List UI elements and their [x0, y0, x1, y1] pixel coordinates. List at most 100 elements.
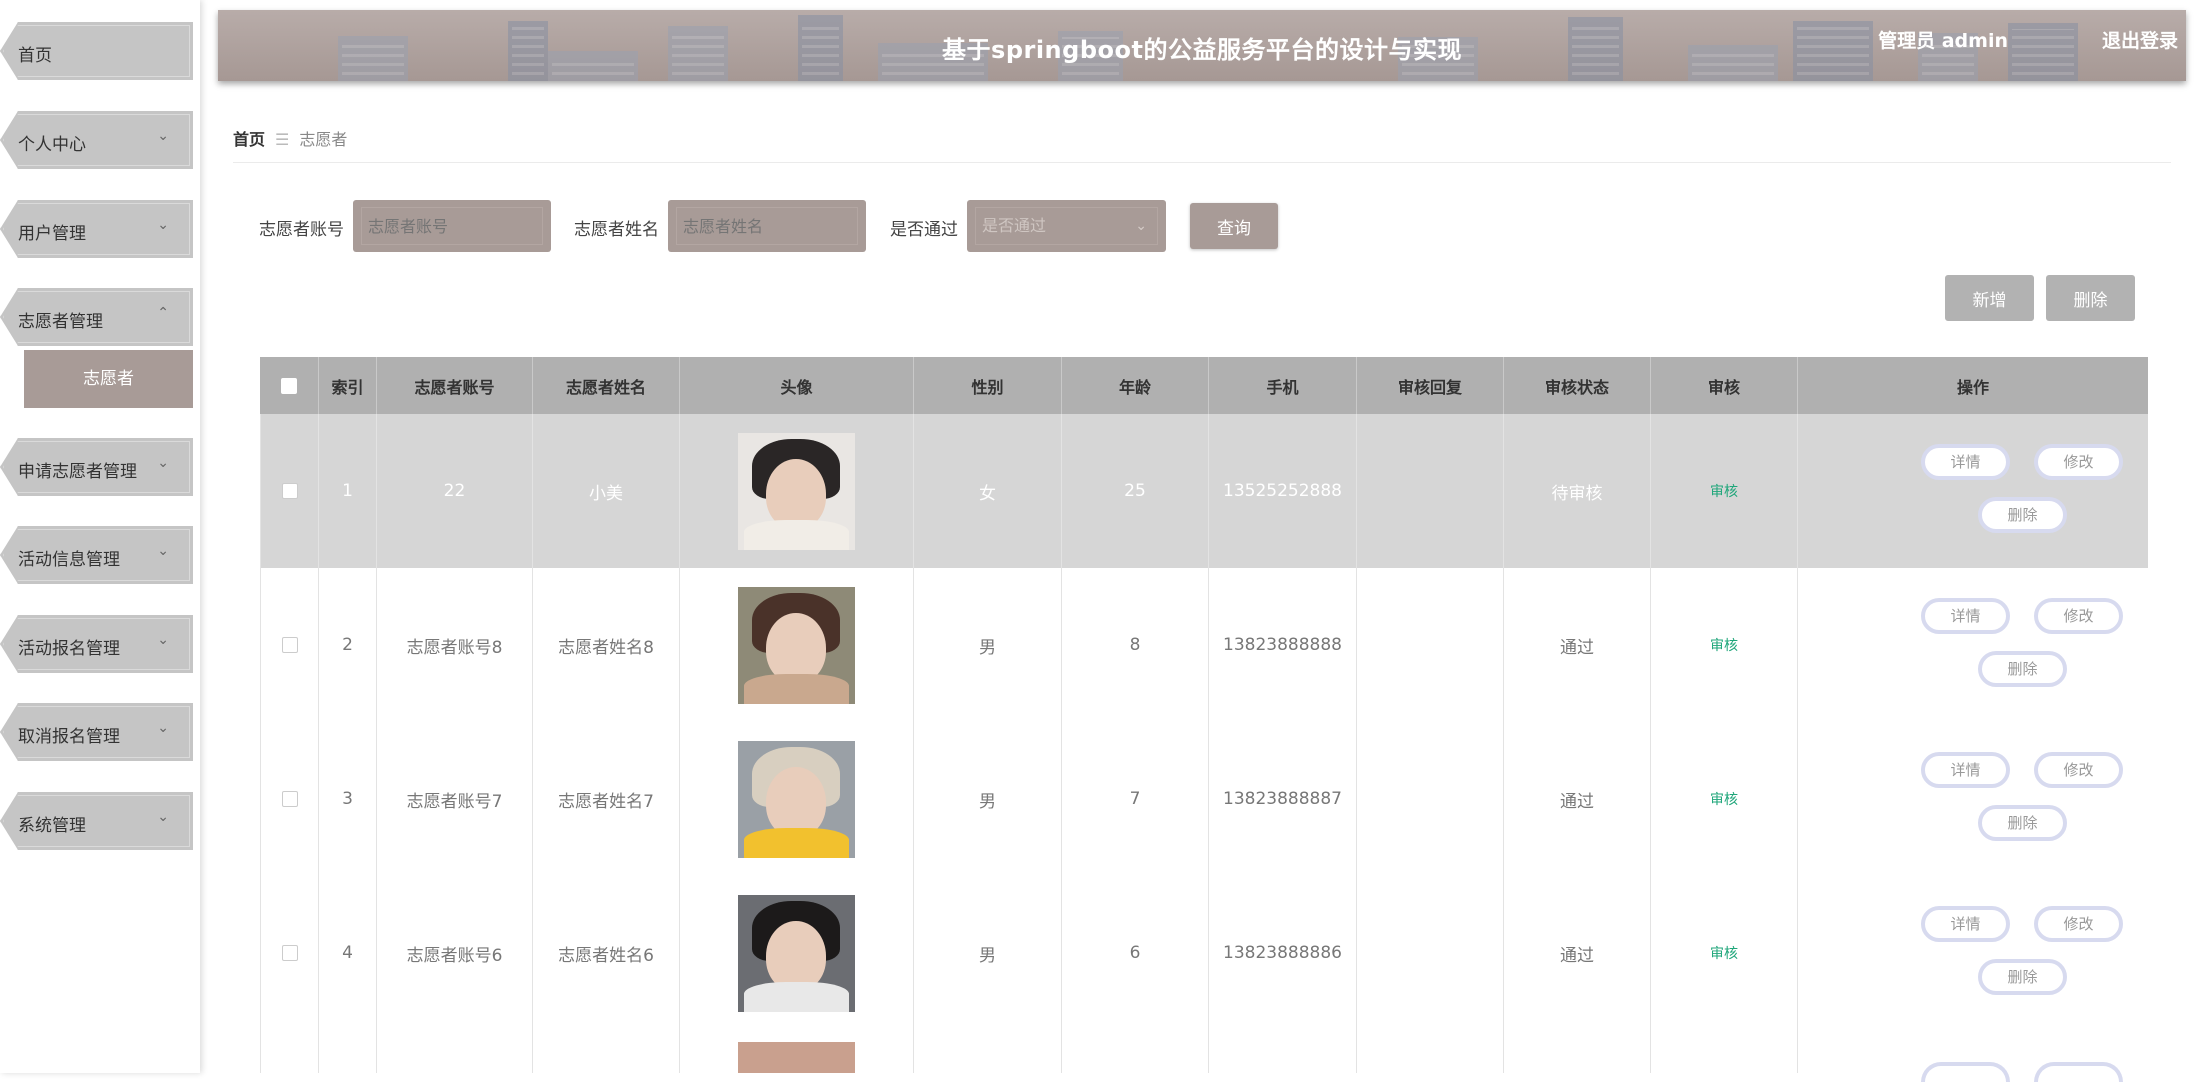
delete-button[interactable]: 删除	[1978, 959, 2067, 995]
table-row[interactable]: 2 志愿者账号8 志愿者姓名8 男 8 13823888888 通过 审核 详情…	[260, 568, 2148, 723]
select-cell	[260, 722, 319, 876]
table-row[interactable]: 4 志愿者账号6 志愿者姓名6 男 6 13823888886 通过 审核 详情…	[260, 876, 2148, 1031]
avatar	[738, 1042, 855, 1073]
delete-button[interactable]: 删除	[1978, 805, 2067, 841]
gender-cell: 男	[914, 876, 1062, 1030]
account-search-input[interactable]	[361, 207, 543, 245]
column-header: 审核回复	[1357, 357, 1504, 414]
detail-button[interactable]: 详情	[1921, 752, 2010, 788]
row-checkbox[interactable]	[281, 637, 298, 653]
batch-delete-button[interactable]: 删除	[2046, 275, 2135, 321]
query-button[interactable]: 查询	[1190, 203, 1278, 249]
divider	[233, 162, 2171, 163]
avatar-cell	[680, 876, 914, 1030]
sidebar-item-activity-info-management[interactable]: 活动信息管理 ⌄	[0, 526, 193, 584]
sidebar-item-volunteer-management[interactable]: 志愿者管理 ⌃	[0, 288, 193, 346]
audit-link[interactable]: 审核	[1710, 635, 1738, 655]
status-cell: 通过	[1504, 568, 1651, 722]
column-header: 操作	[1956, 377, 1989, 397]
row-checkbox[interactable]	[281, 791, 298, 807]
account-cell: 志愿者账号8	[377, 568, 533, 722]
sidebar-item-label: 活动报名管理	[18, 639, 120, 659]
sidebar: 首页 个人中心 ⌄ 用户管理 ⌄ 志愿者管理 ⌃ 志愿者 申请志愿者管理 ⌄ 活…	[0, 0, 200, 1073]
sidebar-item-cancel-signup-management[interactable]: 取消报名管理 ⌄	[0, 703, 193, 761]
status-cell: 通过	[1504, 876, 1651, 1030]
passed-select[interactable]: 是否通过 ⌄	[975, 207, 1158, 245]
sidebar-item-label: 活动信息管理	[18, 550, 120, 570]
select-cell	[260, 1030, 319, 1073]
sidebar-item-apply-volunteer-management[interactable]: 申请志愿者管理 ⌄	[0, 438, 193, 496]
index-cell: 1	[319, 414, 377, 568]
edit-button[interactable]: 修改	[2034, 444, 2123, 480]
operations: 详情 修改 删除	[1798, 568, 2148, 722]
table-row[interactable]: 1 22 小美 女 25 13525252888 待审核 审核 详情 修改 删除	[260, 414, 2148, 569]
detail-button[interactable]	[1921, 1062, 2010, 1082]
detail-button[interactable]: 详情	[1921, 444, 2010, 480]
chevron-down-icon: ⌄	[1135, 218, 1147, 234]
breadcrumb-separator-icon: ☰	[275, 130, 290, 149]
select-all-checkbox[interactable]	[281, 377, 297, 394]
sidebar-item-personal-center[interactable]: 个人中心 ⌄	[0, 111, 193, 169]
sidebar-item-activity-signup-management[interactable]: 活动报名管理 ⌄	[0, 615, 193, 673]
edit-button[interactable]: 修改	[2034, 906, 2123, 942]
chevron-down-icon: ⌄	[157, 632, 169, 648]
chevron-down-icon: ⌄	[157, 809, 169, 825]
chevron-down-icon: ⌄	[157, 720, 169, 736]
gender-cell: 男	[914, 722, 1062, 876]
audit-cell: 审核	[1651, 722, 1798, 876]
row-checkbox[interactable]	[281, 483, 298, 499]
chevron-down-icon: ⌄	[157, 543, 169, 559]
name-field-wrapper	[668, 200, 866, 252]
add-button[interactable]: 新增	[1945, 275, 2034, 321]
audit-link[interactable]: 审核	[1710, 481, 1738, 501]
gender-cell: 女	[914, 414, 1062, 568]
age-cell: 8	[1062, 568, 1209, 722]
sidebar-item-user-management[interactable]: 用户管理 ⌄	[0, 200, 193, 258]
name-search-input[interactable]	[676, 207, 858, 245]
avatar	[738, 740, 855, 858]
sidebar-item-label: 取消报名管理	[18, 727, 120, 747]
column-header: 手机	[1209, 357, 1357, 414]
edit-button[interactable]	[2034, 1062, 2123, 1082]
column-header: 审核	[1651, 357, 1798, 414]
sidebar-item-home[interactable]: 首页	[0, 22, 193, 80]
audit-link[interactable]: 审核	[1710, 789, 1738, 809]
table-row[interactable]	[260, 1030, 2148, 1082]
sidebar-item-system-management[interactable]: 系统管理 ⌄	[0, 792, 193, 850]
table-row[interactable]: 3 志愿者账号7 志愿者姓名7 男 7 13823888887 通过 审核 详情…	[260, 722, 2148, 877]
operations-cell: 详情 修改 删除	[1798, 876, 2148, 1030]
detail-button[interactable]: 详情	[1921, 598, 2010, 634]
column-header: 性别	[914, 357, 1062, 414]
column-header: 索引	[319, 357, 377, 414]
delete-button[interactable]: 删除	[1978, 497, 2067, 533]
operations-cell	[1798, 1030, 2148, 1082]
edit-button[interactable]: 修改	[2034, 752, 2123, 788]
name-cell: 志愿者姓名6	[533, 876, 680, 1030]
audit-cell: 审核	[1651, 414, 1798, 568]
logout-link[interactable]: 退出登录	[2102, 26, 2178, 53]
column-header: 年龄	[1062, 357, 1209, 414]
delete-button[interactable]: 删除	[1978, 651, 2067, 687]
account-field-wrapper	[353, 200, 551, 252]
breadcrumb-home[interactable]: 首页	[233, 130, 265, 149]
operations: 详情 修改 删除	[1798, 722, 2148, 876]
sidebar-subitem-volunteer[interactable]: 志愿者	[24, 350, 193, 408]
sidebar-item-label: 系统管理	[18, 816, 86, 836]
sidebar-item-label: 用户管理	[18, 224, 86, 244]
detail-button[interactable]: 详情	[1921, 906, 2010, 942]
audit-link[interactable]: 审核	[1710, 943, 1738, 963]
select-cell	[260, 876, 319, 1030]
audit-cell: 审核	[1651, 876, 1798, 1030]
top-header: 基于springboot的公益服务平台的设计与实现 管理员 admin 退出登录	[218, 10, 2186, 81]
row-checkbox[interactable]	[281, 945, 298, 961]
account-label: 志愿者账号	[259, 220, 344, 240]
sidebar-item-label: 个人中心	[18, 135, 86, 155]
reply-cell	[1357, 876, 1504, 1030]
operations-cell: 详情 修改 删除	[1798, 568, 2148, 722]
edit-button[interactable]: 修改	[2034, 598, 2123, 634]
operations: 详情 修改 删除	[1798, 414, 2148, 568]
column-header: 志愿者姓名	[533, 357, 680, 414]
audit-cell: 审核	[1651, 568, 1798, 722]
breadcrumb-current: 志愿者	[299, 130, 348, 149]
sidebar-item-label: 志愿者管理	[18, 312, 103, 332]
